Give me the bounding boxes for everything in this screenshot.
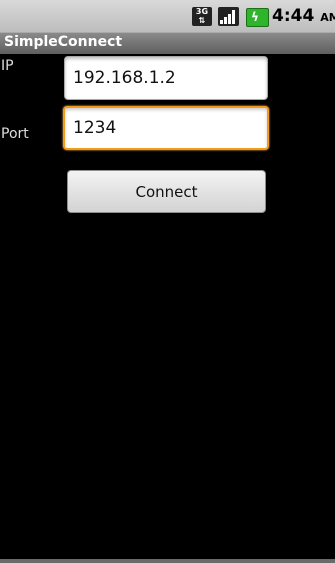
network-type-label: 3G (195, 7, 209, 16)
clock: 4:44 AM (272, 6, 335, 28)
battery-charging-icon: ϟ (246, 8, 269, 27)
bottom-divider (0, 559, 335, 563)
ip-input-value: 192.168.1.2 (73, 68, 176, 88)
3g-data-icon: 3G ⇅ (192, 7, 212, 26)
connect-button[interactable]: Connect (67, 170, 266, 213)
signal-strength-icon (218, 7, 239, 26)
connect-button-label: Connect (135, 182, 198, 201)
clock-ampm: AM (320, 11, 335, 24)
port-label: Port (1, 126, 29, 142)
port-input[interactable]: 1234 (63, 106, 269, 150)
status-bar: 3G ⇅ ϟ 4:44 AM (0, 0, 335, 32)
app-title-bar: SimpleConnect (0, 32, 335, 54)
ip-input[interactable]: 192.168.1.2 (64, 56, 268, 100)
port-input-value: 1234 (73, 118, 117, 138)
ip-label: IP (1, 58, 14, 74)
clock-time: 4:44 (272, 6, 315, 26)
app-title: SimpleConnect (4, 34, 123, 50)
